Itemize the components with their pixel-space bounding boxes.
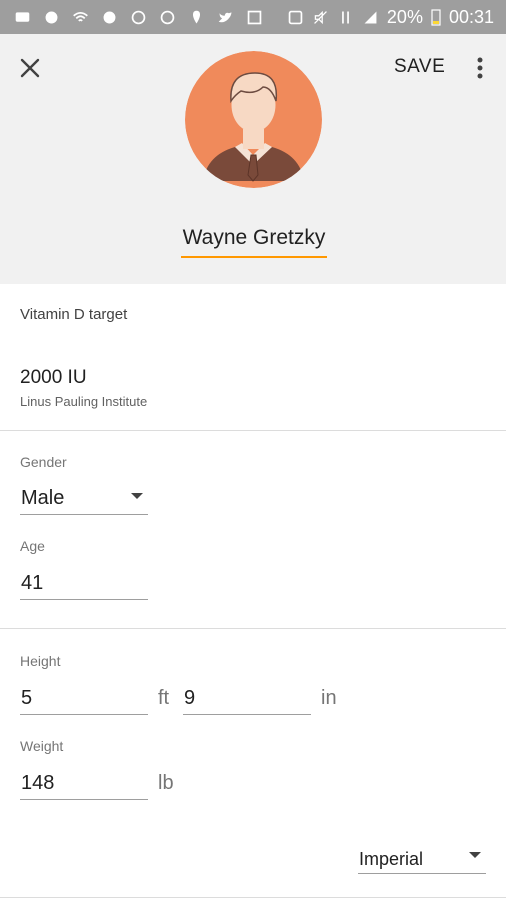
system-status: 20% 00:31 <box>287 0 494 34</box>
gender-value: Male <box>21 487 65 509</box>
dropdown-caret-icon <box>469 852 481 858</box>
battery-icon <box>431 9 441 26</box>
height-inches-input[interactable]: 9 <box>183 684 311 715</box>
units-value: Imperial <box>359 849 424 869</box>
signal-icon <box>364 11 377 23</box>
height-label: Height <box>20 653 61 669</box>
divider <box>0 628 506 629</box>
location-icon <box>192 10 201 23</box>
divider <box>0 430 506 431</box>
vitamin-target-source: Linus Pauling Institute <box>20 394 148 409</box>
vitamin-target-title: Vitamin D target <box>20 306 128 323</box>
height-inches-value: 9 <box>184 687 196 709</box>
battery-percent: 20% <box>386 6 423 27</box>
name-field[interactable]: Wayne Gretzky <box>181 224 327 258</box>
app-icon-2 <box>103 11 116 23</box>
network-icon <box>342 11 349 23</box>
weight-unit: lb <box>158 772 174 794</box>
profile-header: SAVE Wayne Gretzky <box>0 34 506 284</box>
age-value: 41 <box>21 572 44 594</box>
twitter-icon <box>218 11 232 22</box>
avatar[interactable] <box>185 51 322 188</box>
wifi-icon <box>73 11 88 22</box>
gallery-icon <box>247 10 262 24</box>
units-select[interactable]: Imperial <box>358 843 486 874</box>
height-feet-value: 5 <box>21 687 33 709</box>
age-label: Age <box>20 538 45 554</box>
height-feet-input[interactable]: 5 <box>20 684 148 715</box>
close-icon[interactable] <box>14 52 46 84</box>
more-vert-icon[interactable] <box>470 52 490 84</box>
gender-select[interactable]: Male <box>20 484 148 515</box>
nfc-icon <box>288 10 303 24</box>
status-bar: 20% 00:31 <box>0 0 506 34</box>
weight-label: Weight <box>20 738 64 754</box>
notification-icons <box>14 0 263 34</box>
app-icon <box>45 11 58 23</box>
weight-value: 148 <box>21 772 55 794</box>
whatsapp-icon <box>131 10 146 24</box>
clock: 00:31 <box>448 6 494 27</box>
weight-input[interactable]: 148 <box>20 769 148 800</box>
height-feet-unit: ft <box>158 687 170 709</box>
name-value: Wayne Gretzky <box>182 226 326 249</box>
height-inches-unit: in <box>321 687 337 709</box>
age-input[interactable]: 41 <box>20 569 148 600</box>
vitamin-target-value: 2000 IU <box>20 367 87 388</box>
save-button[interactable]: SAVE <box>394 56 445 78</box>
dropdown-caret-icon <box>131 493 143 499</box>
gender-label: Gender <box>20 454 67 470</box>
mute-icon <box>314 10 327 24</box>
message-icon <box>15 11 30 22</box>
messenger-icon <box>160 10 175 24</box>
divider <box>0 897 506 898</box>
